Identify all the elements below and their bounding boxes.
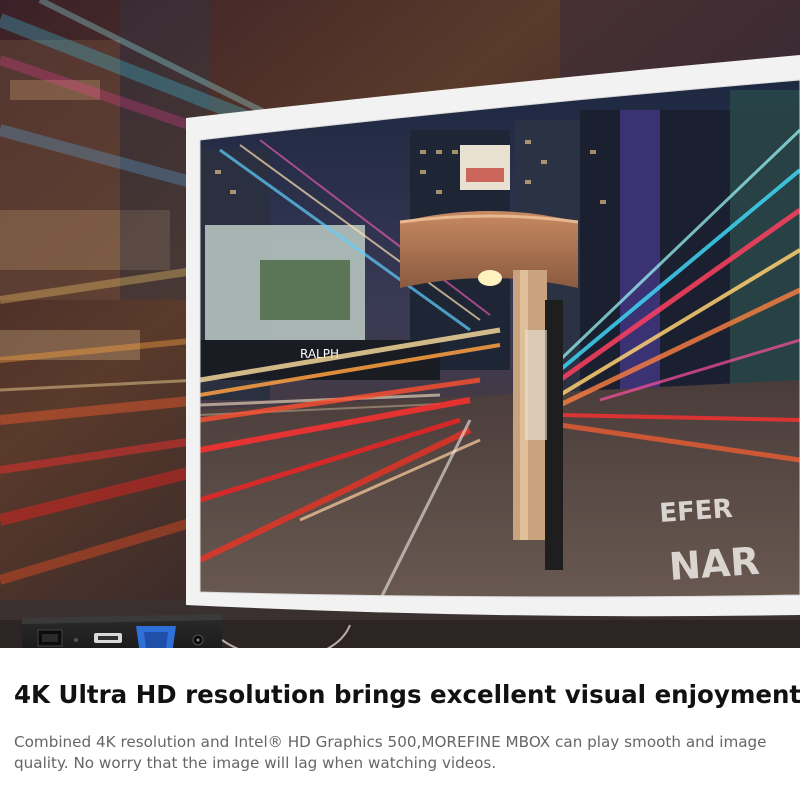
hdmi-port	[94, 633, 122, 643]
product-promo-page: RALPH EFER NAR 4K Ultra HD resolution br…	[0, 0, 800, 800]
vga-port	[136, 626, 176, 648]
ethernet-port	[37, 629, 63, 647]
monitor-screen: RALPH EFER NAR	[200, 80, 800, 597]
mini-pc-device	[22, 614, 222, 648]
description-text: Combined 4K resolution and Intel® HD Gra…	[14, 733, 767, 772]
hero-scene: RALPH EFER NAR	[0, 0, 800, 648]
road-marking-top: EFER	[658, 494, 733, 529]
headline: 4K Ultra HD resolution brings excellent …	[14, 680, 800, 709]
power-port	[192, 634, 204, 646]
hero-image: RALPH EFER NAR	[0, 0, 800, 648]
road-marking-bottom: NAR	[668, 539, 761, 589]
